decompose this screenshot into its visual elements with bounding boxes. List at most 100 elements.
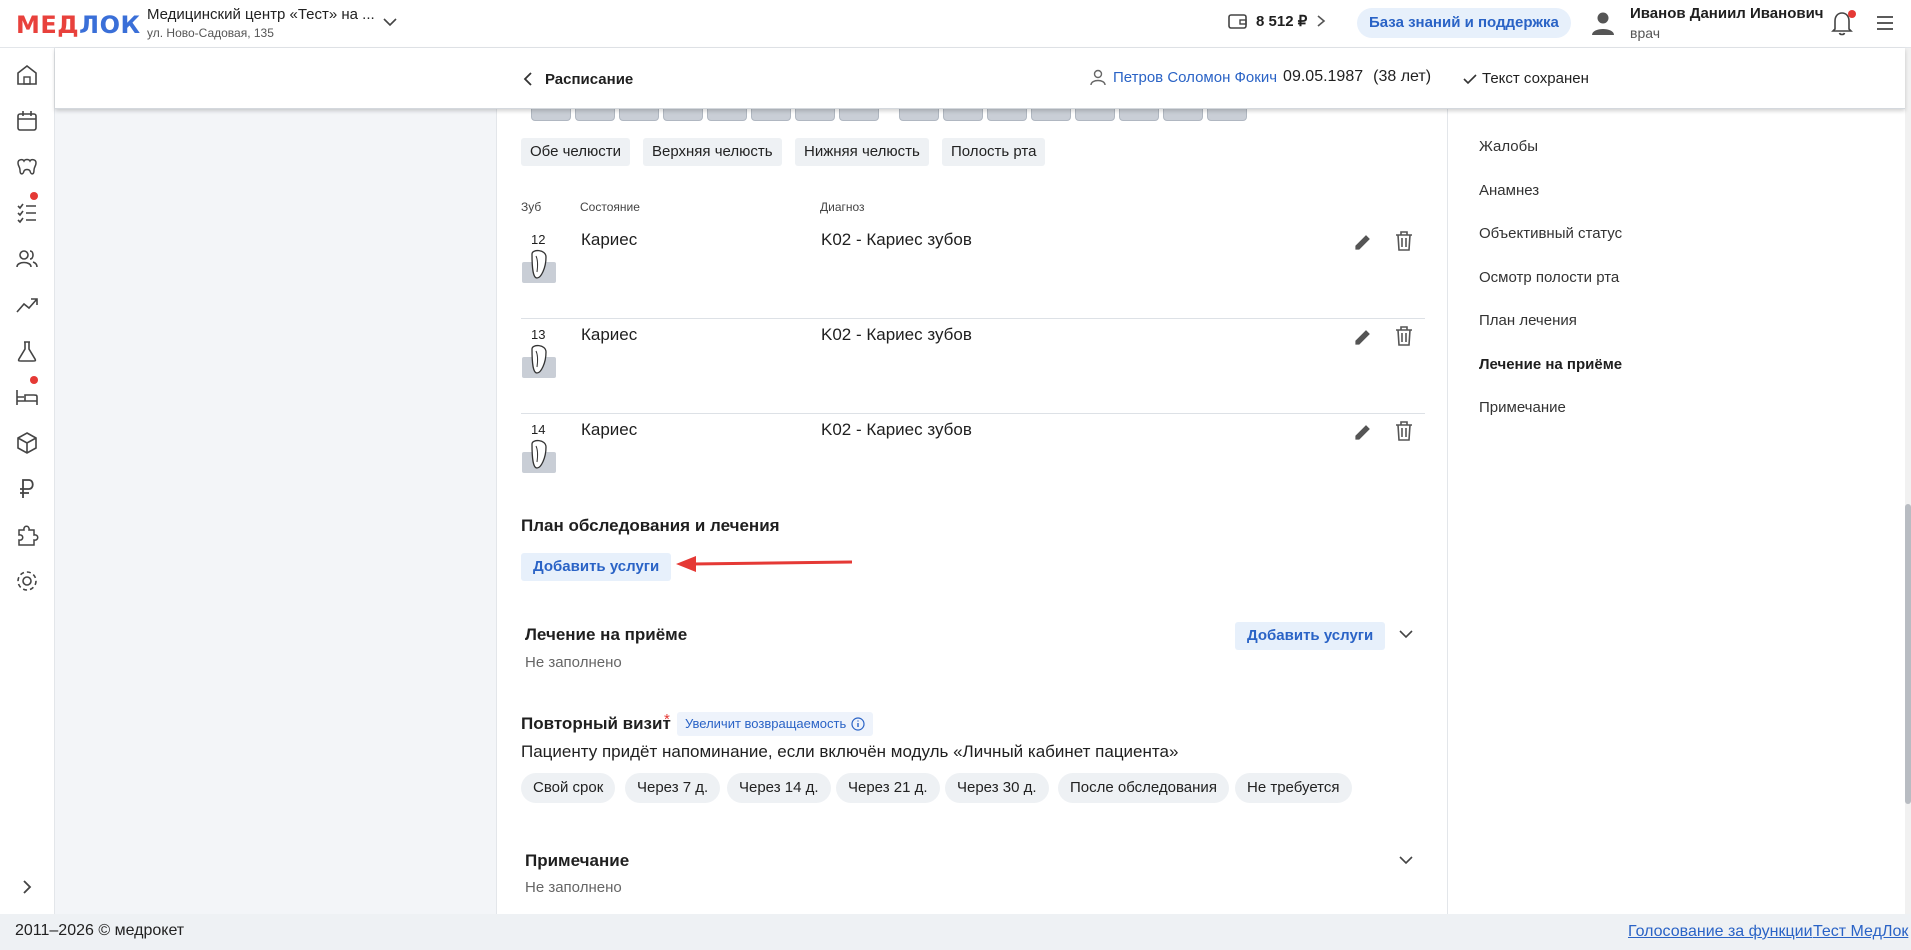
- bed-icon[interactable]: [14, 384, 40, 410]
- hamburger-menu-icon[interactable]: [1875, 14, 1895, 32]
- wallet-icon: [1228, 14, 1247, 29]
- patient-info: Петров Соломон Фокич 09.05.1987 (38 лет): [1089, 68, 1431, 86]
- plan-section-title: План обследования и лечения: [521, 516, 780, 535]
- tooth-cell[interactable]: [1119, 109, 1159, 121]
- tooth-cell[interactable]: [795, 109, 835, 121]
- footer-copyright: 2011–2026 © медрокет: [15, 922, 185, 939]
- page-title[interactable]: Расписание: [545, 71, 633, 88]
- tooth-cell[interactable]: [707, 109, 747, 121]
- clinic-selector[interactable]: Медицинский центр «Тест» на ... ул. Ново…: [147, 6, 375, 40]
- trash-icon[interactable]: [1393, 325, 1415, 347]
- ruble-icon[interactable]: [14, 476, 40, 502]
- revisit-option-14d[interactable]: Через 14 д.: [727, 773, 831, 803]
- plan-add-services-button[interactable]: Добавить услуги: [521, 553, 672, 581]
- clinic-address: ул. Ново-Садовая, 135: [147, 26, 274, 40]
- user-name: Иванов Даниил Иванович: [1630, 5, 1824, 22]
- nav-note[interactable]: Примечание: [1479, 399, 1566, 416]
- revisit-option-custom[interactable]: Свой срок: [521, 773, 616, 803]
- teeth-icon[interactable]: [14, 154, 40, 180]
- checklist-icon[interactable]: [14, 200, 40, 226]
- chevron-down-icon[interactable]: [1397, 851, 1415, 869]
- puzzle-icon[interactable]: [14, 522, 40, 548]
- tooth-cell[interactable]: [839, 109, 879, 121]
- tooth-cell[interactable]: [663, 109, 703, 121]
- footer-link-voting[interactable]: Голосование за функции: [1628, 923, 1813, 941]
- user-menu[interactable]: Иванов Даниил Иванович врач: [1590, 5, 1824, 41]
- revisit-option-30d[interactable]: Через 30 д.: [945, 773, 1049, 803]
- column-header-state: Состояние: [580, 200, 640, 214]
- box-icon[interactable]: [14, 430, 40, 456]
- tooth-cell[interactable]: [899, 109, 939, 121]
- revisit-option-after-exam[interactable]: После обследования: [1058, 773, 1229, 803]
- analytics-icon[interactable]: [14, 292, 40, 318]
- revisit-option-7d[interactable]: Через 7 д.: [625, 773, 721, 803]
- tooth-cell[interactable]: [987, 109, 1027, 121]
- page-scrollbar[interactable]: [1905, 48, 1911, 914]
- oral-cavity-button[interactable]: Полость рта: [942, 138, 1046, 166]
- calendar-icon[interactable]: [14, 108, 40, 134]
- tooth-cell[interactable]: [619, 109, 659, 121]
- revisit-option-21d[interactable]: Через 21 д.: [836, 773, 940, 803]
- revisit-info-badge[interactable]: Увеличит возвращаемость: [677, 712, 874, 736]
- chevron-down-icon[interactable]: [381, 13, 399, 31]
- required-mark: *: [664, 711, 670, 728]
- nav-treatment-plan[interactable]: План лечения: [1479, 312, 1577, 329]
- trash-icon[interactable]: [1393, 420, 1415, 442]
- home-icon[interactable]: [14, 62, 40, 88]
- save-status: Текст сохранен: [1463, 70, 1589, 87]
- user-role: врач: [1630, 25, 1660, 41]
- tooth-chart-upper-right: [899, 109, 1247, 121]
- tooth-icon: [522, 439, 556, 473]
- jaw-both-button[interactable]: Обе челюсти: [521, 138, 631, 166]
- scrollbar-thumb[interactable]: [1905, 504, 1911, 804]
- tooth-diagnosis: K02 - Кариес зубов: [821, 325, 972, 344]
- annotation-arrow: [676, 556, 853, 572]
- tooth-cell[interactable]: [1207, 109, 1247, 121]
- trash-icon[interactable]: [1393, 230, 1415, 252]
- tooth-state: Кариес: [581, 230, 638, 249]
- tooth-diagnosis: K02 - Кариес зубов: [821, 420, 972, 439]
- notification-dot: [1848, 10, 1856, 18]
- nav-treatment-at-visit[interactable]: Лечение на приёме: [1479, 356, 1622, 373]
- treatment-empty-text: Не заполнено: [525, 654, 622, 671]
- users-icon[interactable]: [14, 246, 40, 272]
- tooth-cell[interactable]: [575, 109, 615, 121]
- save-status-text: Текст сохранен: [1482, 70, 1589, 87]
- chevron-down-icon[interactable]: [1397, 625, 1415, 643]
- tooth-cell[interactable]: [1031, 109, 1071, 121]
- settings-gear-icon[interactable]: [14, 568, 40, 594]
- tooth-cell[interactable]: [531, 109, 571, 121]
- balance-amount: 8 512 ₽: [1256, 13, 1308, 30]
- lab-flask-icon[interactable]: [14, 338, 40, 364]
- edit-pencil-icon[interactable]: [1353, 422, 1373, 442]
- balance[interactable]: 8 512 ₽: [1228, 12, 1327, 30]
- tooth-cell[interactable]: [751, 109, 791, 121]
- tooth-cell[interactable]: [943, 109, 983, 121]
- treatment-section-title: Лечение на приёме: [525, 625, 688, 644]
- knowledge-base-button[interactable]: База знаний и поддержка: [1357, 8, 1571, 38]
- diagnosis-row: 12 Кариес K02 - Кариес зубов: [521, 224, 1425, 319]
- footer-link-test[interactable]: Тест МедЛок: [1813, 923, 1908, 941]
- nav-oral-exam[interactable]: Осмотр полости рта: [1479, 269, 1619, 286]
- nav-complaints[interactable]: Жалобы: [1479, 138, 1538, 155]
- tooth-cell[interactable]: [1163, 109, 1203, 121]
- revisit-option-not-required[interactable]: Не требуется: [1235, 773, 1352, 803]
- edit-pencil-icon[interactable]: [1353, 327, 1373, 347]
- tooth-cell[interactable]: [1075, 109, 1115, 121]
- expand-sidebar-icon[interactable]: [14, 874, 40, 900]
- app-logo[interactable]: МЕДЛОК: [16, 11, 141, 39]
- tooth-number: 12: [531, 232, 546, 247]
- treatment-add-services-button[interactable]: Добавить услуги: [1235, 622, 1386, 650]
- tooth-diagnosis: K02 - Кариес зубов: [821, 230, 972, 249]
- edit-pencil-icon[interactable]: [1353, 232, 1373, 252]
- patient-name-link[interactable]: Петров Соломон Фокич: [1113, 69, 1277, 86]
- person-icon: [1090, 69, 1106, 86]
- nav-anamnesis[interactable]: Анамнез: [1479, 182, 1539, 199]
- back-arrow-icon[interactable]: [521, 71, 535, 87]
- note-empty-text: Не заполнено: [525, 879, 622, 896]
- check-icon: [1463, 73, 1477, 84]
- jaw-lower-button[interactable]: Нижняя челюсть: [795, 138, 929, 166]
- teeth-notification-dot: [30, 192, 38, 200]
- nav-objective-status[interactable]: Объективный статус: [1479, 225, 1622, 242]
- jaw-upper-button[interactable]: Верхняя челюсть: [643, 138, 782, 166]
